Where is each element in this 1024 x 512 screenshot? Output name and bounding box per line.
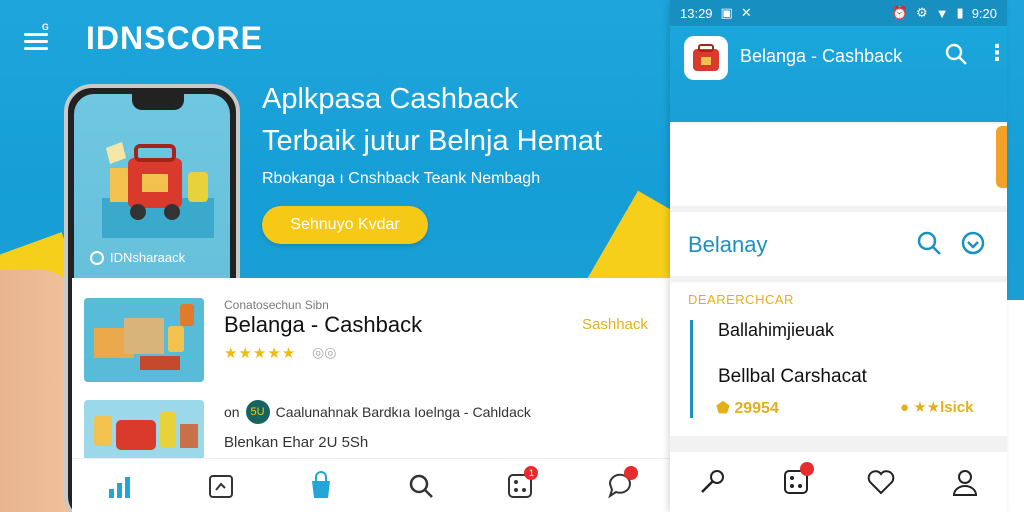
hero-title: Aplkpasa Cashback Terbaik jutur Belnja H…: [262, 78, 652, 162]
product-thumbnail: [84, 298, 204, 382]
banner-placeholder: [670, 124, 1007, 206]
side-drawer-handle[interactable]: [996, 126, 1007, 188]
accent-bar: [690, 320, 693, 418]
app-screen: 13:29 ▣ ✕ ⏰ ⚙ ▼ ▮ 9:20 Belanga - Cashbac…: [670, 0, 1007, 512]
item-title[interactable]: Belanga - Cashback: [224, 312, 422, 338]
hero-subtitle: Rbokanga ı Cnshback Teank Nembagh: [262, 170, 541, 187]
card-heading: DEARERCHCAR: [688, 292, 794, 307]
item-badge: 5U: [245, 400, 270, 424]
wifi-off-icon: ✕: [740, 5, 752, 20]
card-row-2[interactable]: Bellbal Carshacat: [718, 366, 867, 388]
search-icon[interactable]: [944, 42, 968, 72]
feed-tabbar: 1: [72, 458, 670, 512]
product-thumbnail: [84, 400, 204, 460]
list-item[interactable]: Conatosechun Sibn Belanga - Cashback Sas…: [84, 298, 664, 388]
calendar-icon[interactable]: [203, 468, 239, 504]
points-value: ⬟ 29954: [716, 398, 779, 418]
dice-icon[interactable]: [778, 462, 815, 500]
key-icon[interactable]: [694, 464, 730, 500]
hero-title-line-1: Aplkpasa Cashback: [262, 83, 519, 115]
badge-icon: ●: [900, 399, 910, 416]
brand-logo-text[interactable]: IDNSCORE: [86, 20, 263, 57]
image-icon: ▣: [720, 5, 733, 20]
shopping-bag-icon[interactable]: [303, 468, 339, 504]
points-text: 29954: [734, 400, 779, 417]
item-line-1: on 5U Caalunahnak Bardkıa Ioelnga - Cahl…: [224, 400, 531, 424]
status-time: 13:29: [680, 5, 713, 21]
user-icon[interactable]: [947, 464, 983, 500]
item-prefix: on: [224, 404, 240, 420]
hero-cta-button[interactable]: Sehnuyo Kvdar: [262, 206, 428, 244]
brand-header: ᴳ IDNSCORE: [24, 20, 263, 57]
shield-icon: ⬟: [716, 400, 730, 417]
search-icon[interactable]: [403, 468, 439, 504]
rating-text: ★★lsick: [913, 399, 974, 416]
luggage-illustration: [102, 142, 214, 238]
section-header: Belanay: [670, 212, 1007, 276]
app-bar: Belanga - Cashback ⋮: [670, 26, 1007, 122]
chat-icon[interactable]: [602, 465, 639, 504]
hero-title-line-2: Terbaik jutur Belnja Hemat: [262, 125, 603, 157]
glasses-icon: ◎◎: [312, 344, 337, 360]
rating-stars: ★★★★★: [224, 345, 297, 362]
section-label: Belanay: [688, 232, 768, 257]
app-tabbar: [670, 452, 1007, 512]
alarm-icon: ⏰: [891, 5, 908, 20]
app-logo-icon[interactable]: [684, 36, 728, 80]
battery-icon: ▮: [956, 5, 964, 20]
item-meta: Conatosechun Sibn: [224, 298, 329, 312]
phone-notch: [132, 94, 184, 110]
notification-badge: 1: [524, 465, 539, 480]
signal-icon: ▼: [935, 5, 949, 21]
heart-icon[interactable]: [863, 464, 899, 500]
notification-badge: [800, 462, 815, 476]
settings-icon: ⚙: [916, 5, 928, 20]
item-tag: Sashhack: [582, 316, 648, 333]
dice-icon[interactable]: 1: [502, 465, 539, 504]
notification-badge: [624, 465, 639, 480]
detail-card: DEARERCHCAR Ballahimjieuak Bellbal Carsh…: [670, 282, 1007, 436]
search-icon[interactable]: [916, 230, 942, 263]
item-line-2: Blenkan Ehar 2U 5Sh: [224, 434, 369, 451]
menu-icon[interactable]: ᴳ: [24, 21, 54, 53]
chart-icon[interactable]: [104, 468, 140, 504]
item-description: Caalunahnak Bardkıa Ioelnga - Cahldack: [275, 404, 531, 420]
phone-caption: IDNsharaack: [90, 250, 185, 265]
app-title: Belanga - Cashback: [740, 46, 903, 66]
rating-value: ● ★★lsick: [900, 398, 974, 416]
more-vert-icon[interactable]: ⋮: [986, 40, 1007, 66]
location-icon[interactable]: [960, 230, 986, 263]
phone-caption-text: IDNsharaack: [110, 250, 186, 265]
circle-icon: [90, 250, 104, 265]
status-clock: 9:20: [971, 5, 997, 21]
status-bar: 13:29 ▣ ✕ ⏰ ⚙ ▼ ▮ 9:20: [670, 0, 1007, 26]
card-row-1[interactable]: Ballahimjieuak: [718, 320, 834, 341]
